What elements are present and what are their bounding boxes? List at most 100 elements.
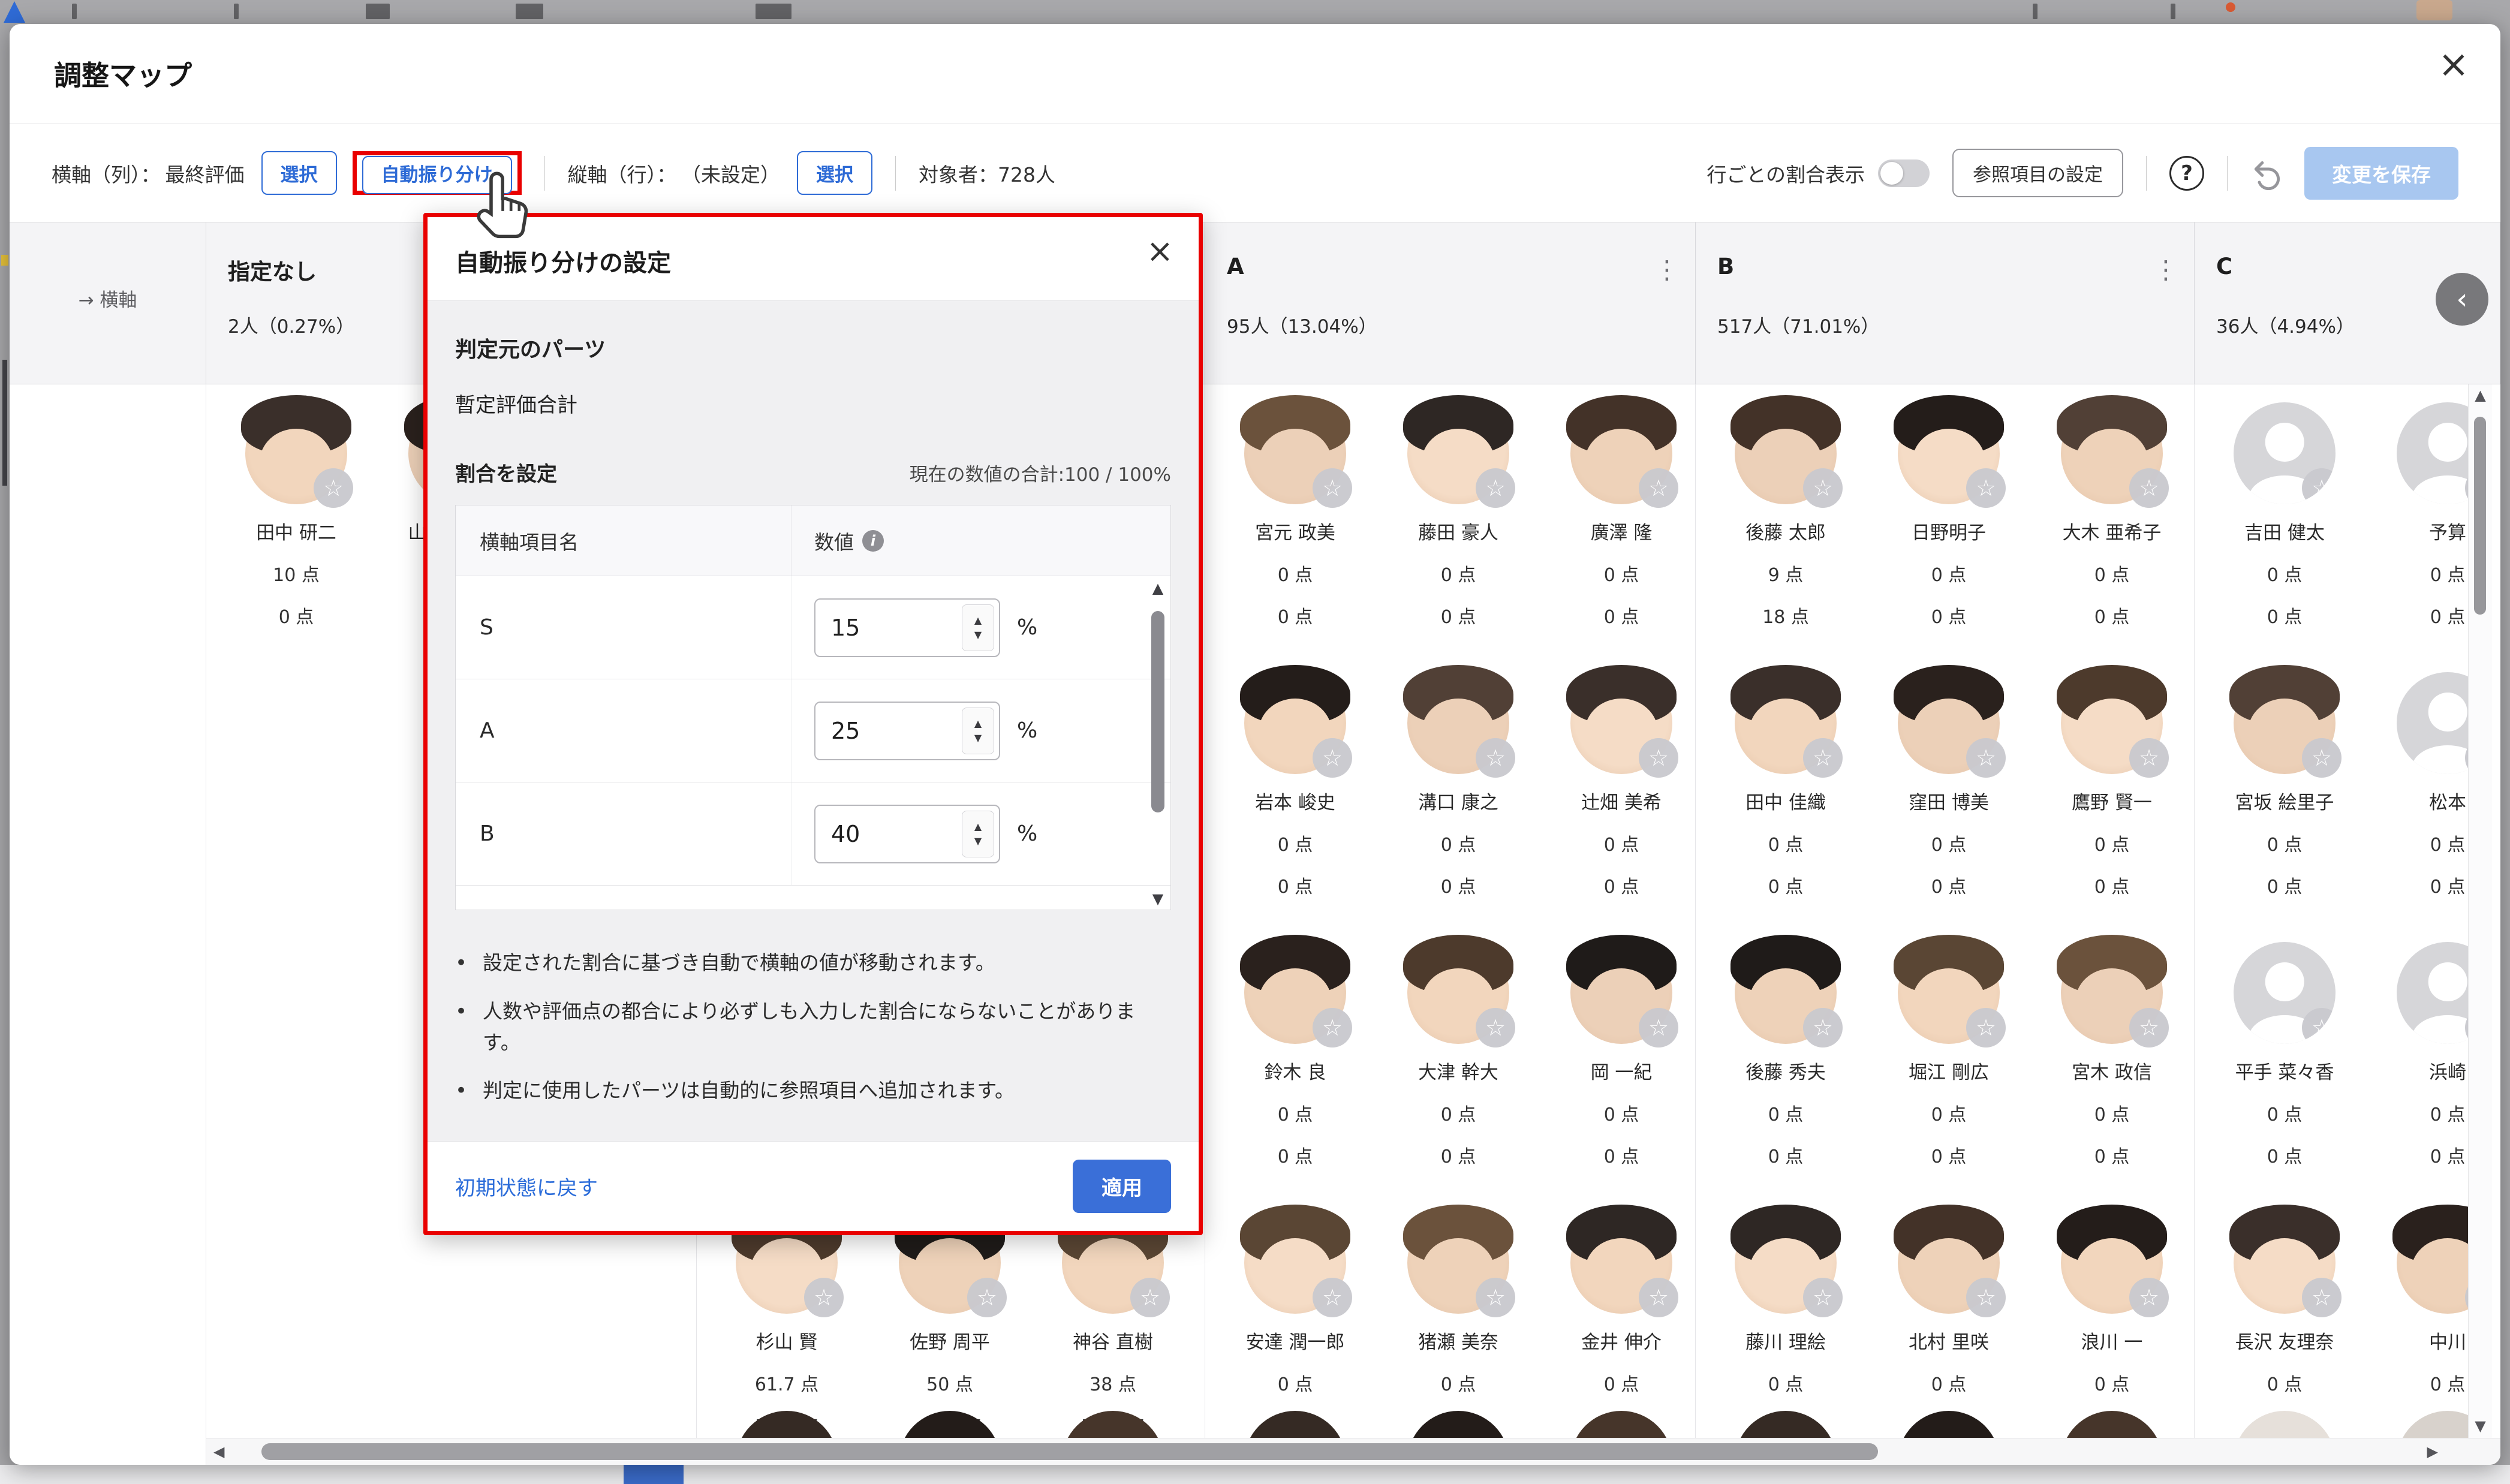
save-changes-button[interactable]: 変更を保存 <box>2304 147 2458 200</box>
star-badge-icon[interactable]: ☆ <box>1966 738 2006 778</box>
star-badge-icon[interactable]: ☆ <box>2302 738 2342 778</box>
table-scrollbar[interactable]: ▲ ▼ <box>1148 576 1168 910</box>
collapse-panel-button[interactable]: ‹ <box>2436 273 2488 326</box>
apply-button[interactable]: 適用 <box>1073 1160 1171 1213</box>
star-badge-icon[interactable]: ☆ <box>1966 1008 2006 1047</box>
star-badge-icon[interactable]: ☆ <box>1313 468 1352 508</box>
person-card[interactable]: ☆藤田 豪人0 点0 点 <box>1377 384 1540 654</box>
spinner-arrows[interactable]: ▲▼ <box>962 811 994 857</box>
column-menu-icon[interactable]: ⋮ <box>2153 257 2178 282</box>
star-badge-icon[interactable]: ☆ <box>2129 738 2169 778</box>
vertical-scroll-thumb[interactable] <box>2474 417 2486 615</box>
avatar-photo: ☆ <box>1244 402 1346 504</box>
scroll-right-icon[interactable]: ▶ <box>2427 1443 2438 1460</box>
reference-items-button[interactable]: 参照項目の設定 <box>1952 149 2123 197</box>
person-card[interactable]: ☆田中 佳織0 点0 点 <box>1704 654 1867 924</box>
star-badge-icon[interactable]: ☆ <box>1966 468 2006 508</box>
star-badge-icon[interactable]: ☆ <box>1639 1008 1678 1047</box>
person-card[interactable]: ☆宮木 政信0 点0 点 <box>2030 924 2193 1194</box>
person-card[interactable]: ☆吉田 健太0 点0 点 <box>2203 384 2366 654</box>
star-badge-icon[interactable]: ☆ <box>967 1278 1007 1317</box>
y-axis-select-button[interactable]: 選択 <box>797 151 872 195</box>
table-scroll-up-icon[interactable]: ▲ <box>1148 580 1168 597</box>
popup-close-icon[interactable]: × <box>1146 235 1173 267</box>
star-badge-icon[interactable]: ☆ <box>1476 468 1515 508</box>
star-badge-icon[interactable]: ☆ <box>1966 1278 2006 1317</box>
star-badge-icon[interactable]: ☆ <box>1476 1278 1515 1317</box>
person-card[interactable]: ☆堀江 剛広0 点0 点 <box>1867 924 2030 1194</box>
star-badge-icon[interactable]: ☆ <box>1803 1008 1843 1047</box>
star-badge-icon[interactable]: ☆ <box>2302 1008 2336 1044</box>
avatar-photo: ☆ <box>1407 672 1509 774</box>
score-secondary: 0 点 <box>2094 602 2130 628</box>
value-spinner-input[interactable]: 25▲▼ <box>814 702 1000 760</box>
value-spinner-input[interactable]: 15▲▼ <box>814 598 1000 657</box>
person-card[interactable]: ☆日野明子0 点0 点 <box>1867 384 2030 654</box>
spinner-arrows[interactable]: ▲▼ <box>962 604 994 651</box>
person-card[interactable]: ☆宮坂 絵里子0 点0 点 <box>2203 654 2366 924</box>
person-card[interactable]: ☆岡 一紀0 点0 点 <box>1540 924 1703 1194</box>
person-card[interactable]: ☆大津 幹大0 点0 点 <box>1377 924 1540 1194</box>
star-badge-icon[interactable]: ☆ <box>314 468 353 508</box>
star-badge-icon[interactable]: ☆ <box>2129 1008 2169 1047</box>
star-badge-icon[interactable]: ☆ <box>1803 468 1843 508</box>
table-scroll-down-icon[interactable]: ▼ <box>1148 890 1168 907</box>
help-icon[interactable]: ? <box>2169 156 2204 191</box>
table-scroll-thumb[interactable] <box>1151 611 1164 812</box>
star-badge-icon[interactable]: ☆ <box>1803 1278 1843 1317</box>
person-name: 浪川 一 <box>2081 1327 2143 1354</box>
person-card[interactable]: ☆辻畑 美希0 点0 点 <box>1540 654 1703 924</box>
star-badge-icon[interactable]: ☆ <box>1476 738 1515 778</box>
star-badge-icon[interactable]: ☆ <box>1313 1278 1352 1317</box>
star-badge-icon[interactable]: ☆ <box>1476 1008 1515 1047</box>
star-badge-icon[interactable]: ☆ <box>1639 1278 1678 1317</box>
star-badge-icon[interactable]: ☆ <box>2129 468 2169 508</box>
person-card[interactable]: ☆窪田 博美0 点0 点 <box>1867 654 2030 924</box>
person-card[interactable]: ☆大木 亜希子0 点0 点 <box>2030 384 2193 654</box>
score-secondary: 0 点 <box>1278 872 1313 898</box>
star-badge-icon[interactable]: ☆ <box>1130 1278 1170 1317</box>
x-axis-label: 横軸（列）： <box>52 159 161 188</box>
person-card[interactable]: ☆鷹野 賢一0 点0 点 <box>2030 654 2193 924</box>
star-badge-icon[interactable]: ☆ <box>1313 738 1352 778</box>
spinner-down-icon[interactable]: ▼ <box>974 836 982 846</box>
close-icon[interactable]: × <box>2438 46 2469 83</box>
value-spinner-input[interactable]: 40▲▼ <box>814 805 1000 863</box>
spinner-up-icon[interactable]: ▲ <box>974 719 982 729</box>
person-card[interactable]: ☆鈴木 良0 点0 点 <box>1214 924 1377 1194</box>
scroll-up-icon[interactable]: ▲ <box>2469 387 2492 404</box>
star-badge-icon[interactable]: ☆ <box>1313 1008 1352 1047</box>
person-card[interactable]: ☆廣澤 隆0 点0 点 <box>1540 384 1703 654</box>
person-card[interactable]: ☆溝口 康之0 点0 点 <box>1377 654 1540 924</box>
column-menu-icon[interactable]: ⋮ <box>1654 257 1680 282</box>
spinner-down-icon[interactable]: ▼ <box>974 733 982 743</box>
reset-default-link[interactable]: 初期状態に戻す <box>455 1172 598 1201</box>
star-badge-icon[interactable]: ☆ <box>2302 1278 2342 1317</box>
spinner-arrows[interactable]: ▲▼ <box>962 708 994 754</box>
vertical-scrollbar[interactable]: ▲ ▼ <box>2468 384 2492 1438</box>
star-badge-icon[interactable]: ☆ <box>1639 468 1678 508</box>
row-ratio-toggle[interactable] <box>1878 159 1930 187</box>
undo-icon[interactable] <box>2250 156 2284 190</box>
info-icon[interactable]: i <box>862 530 884 552</box>
spinner-down-icon[interactable]: ▼ <box>974 630 982 640</box>
x-axis-select-button[interactable]: 選択 <box>261 151 337 195</box>
person-card[interactable]: ☆後藤 太郎9 点18 点 <box>1704 384 1867 654</box>
star-badge-icon[interactable]: ☆ <box>2129 1278 2169 1317</box>
avatar-photo: ☆ <box>2061 402 2163 504</box>
star-badge-icon[interactable]: ☆ <box>1803 738 1843 778</box>
star-badge-icon[interactable]: ☆ <box>804 1278 844 1317</box>
star-badge-icon[interactable]: ☆ <box>1639 738 1678 778</box>
star-badge-icon[interactable]: ☆ <box>2302 468 2336 504</box>
spinner-up-icon[interactable]: ▲ <box>974 822 982 832</box>
person-card[interactable]: ☆平手 菜々香0 点0 点 <box>2203 924 2366 1194</box>
horizontal-scroll-thumb[interactable] <box>261 1443 1878 1460</box>
person-card[interactable]: ☆田中 研二10 点0 点 <box>215 384 378 654</box>
scroll-left-icon[interactable]: ◀ <box>213 1443 224 1460</box>
person-card[interactable]: ☆後藤 秀夫0 点0 点 <box>1704 924 1867 1194</box>
person-card[interactable]: ☆岩本 峻史0 点0 点 <box>1214 654 1377 924</box>
person-card[interactable]: ☆宮元 政美0 点0 点 <box>1214 384 1377 654</box>
spinner-up-icon[interactable]: ▲ <box>974 616 982 625</box>
horizontal-scrollbar[interactable]: ◀ ▶ <box>206 1438 2500 1465</box>
scroll-down-icon[interactable]: ▼ <box>2469 1417 2492 1434</box>
